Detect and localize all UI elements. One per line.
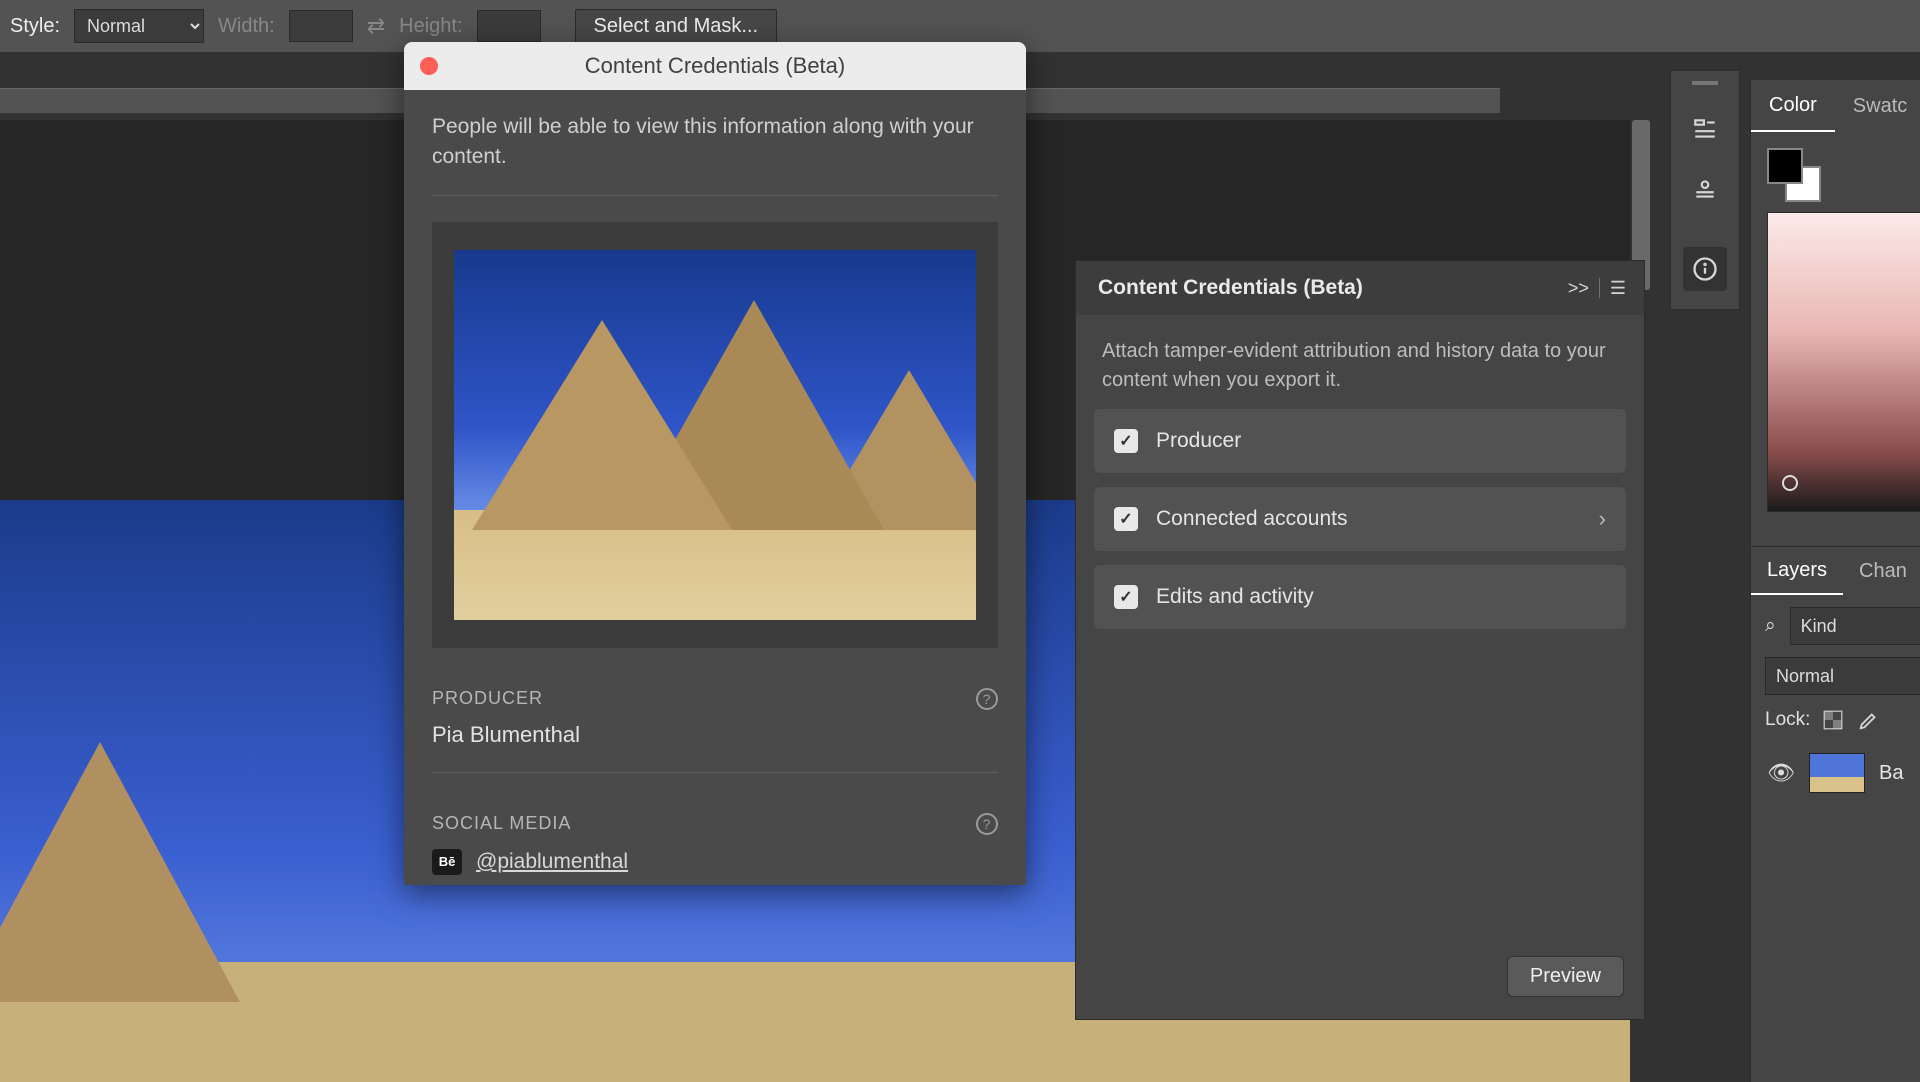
tab-color[interactable]: Color bbox=[1751, 80, 1835, 132]
producer-section: PRODUCER ? Pia Blumenthal bbox=[432, 688, 998, 773]
producer-name: Pia Blumenthal bbox=[432, 722, 998, 748]
checkbox-producer[interactable]: ✓ bbox=[1114, 429, 1138, 453]
tab-channels[interactable]: Chan bbox=[1843, 547, 1920, 595]
row-connected-accounts[interactable]: ✓ Connected accounts › bbox=[1094, 487, 1626, 551]
color-swatch[interactable] bbox=[1767, 148, 1821, 202]
panel-menu-icon[interactable]: ☰ bbox=[1610, 278, 1626, 299]
row-producer[interactable]: ✓ Producer bbox=[1094, 409, 1626, 473]
preview-button[interactable]: Preview bbox=[1507, 956, 1624, 997]
collapse-icon[interactable]: >> bbox=[1568, 278, 1589, 299]
width-field[interactable] bbox=[289, 10, 353, 42]
style-label: Style: bbox=[10, 15, 60, 38]
row-edits-activity[interactable]: ✓ Edits and activity bbox=[1094, 565, 1626, 629]
height-label: Height: bbox=[399, 15, 462, 38]
preview-thumbnail bbox=[454, 250, 976, 620]
social-handle-link[interactable]: @piablumenthal bbox=[476, 850, 628, 874]
color-tabs: Color Swatc bbox=[1751, 80, 1920, 132]
adjustments-icon[interactable] bbox=[1683, 167, 1727, 211]
layer-item-background[interactable]: 👁 Ba bbox=[1765, 745, 1920, 801]
dialog-titlebar[interactable]: Content Credentials (Beta) bbox=[404, 42, 1026, 90]
content-credentials-panel: Content Credentials (Beta) >> ☰ Attach t… bbox=[1075, 260, 1645, 1020]
right-panels: Color Swatc Layers Chan ⌕ Kind Normal Lo… bbox=[1750, 80, 1920, 1082]
help-icon[interactable]: ? bbox=[976, 688, 998, 710]
behance-icon: Bē bbox=[432, 849, 462, 875]
lock-brush-icon[interactable] bbox=[1856, 707, 1882, 733]
blend-mode-select[interactable]: Normal bbox=[1765, 657, 1920, 695]
chevron-right-icon[interactable]: › bbox=[1599, 506, 1606, 532]
help-icon[interactable]: ? bbox=[976, 813, 998, 835]
social-section: SOCIAL MEDIA ? Bē @piablumenthal bbox=[432, 813, 998, 875]
height-field[interactable] bbox=[477, 10, 541, 42]
lock-transparency-icon[interactable] bbox=[1820, 707, 1846, 733]
layer-kind-select[interactable]: Kind bbox=[1790, 607, 1920, 645]
dialog-title: Content Credentials (Beta) bbox=[404, 53, 1026, 79]
content-credentials-dialog: Content Credentials (Beta) People will b… bbox=[404, 42, 1026, 885]
style-select[interactable]: Normal bbox=[74, 9, 204, 43]
color-cursor-icon bbox=[1782, 475, 1798, 491]
layer-name: Ba bbox=[1879, 762, 1903, 785]
producer-heading: PRODUCER bbox=[432, 688, 543, 709]
separator bbox=[1599, 278, 1600, 298]
checkbox-edits[interactable]: ✓ bbox=[1114, 585, 1138, 609]
dialog-preview-area bbox=[432, 222, 998, 648]
layer-thumbnail bbox=[1809, 753, 1865, 793]
row-edits-label: Edits and activity bbox=[1156, 585, 1314, 609]
swap-dimensions-icon[interactable]: ⇄ bbox=[367, 13, 385, 39]
tab-swatches[interactable]: Swatc bbox=[1835, 80, 1920, 132]
lock-row: Lock: bbox=[1765, 707, 1920, 733]
row-connected-label: Connected accounts bbox=[1156, 507, 1347, 531]
tab-layers[interactable]: Layers bbox=[1751, 547, 1843, 595]
panel-header[interactable]: Content Credentials (Beta) >> ☰ bbox=[1076, 261, 1644, 315]
width-label: Width: bbox=[218, 15, 275, 38]
layers-panel: Layers Chan ⌕ Kind Normal Lock: 👁 bbox=[1751, 546, 1920, 813]
visibility-icon[interactable]: 👁 bbox=[1767, 760, 1795, 786]
lock-label: Lock: bbox=[1765, 709, 1810, 731]
dialog-description: People will be able to view this informa… bbox=[432, 112, 998, 196]
close-icon[interactable] bbox=[420, 57, 438, 75]
checkbox-connected[interactable]: ✓ bbox=[1114, 507, 1138, 531]
row-producer-label: Producer bbox=[1156, 429, 1241, 453]
search-icon: ⌕ bbox=[1765, 615, 1776, 637]
panel-title: Content Credentials (Beta) bbox=[1098, 276, 1363, 300]
paragraph-styles-icon[interactable] bbox=[1683, 107, 1727, 151]
social-heading: SOCIAL MEDIA bbox=[432, 813, 571, 834]
color-picker[interactable] bbox=[1767, 212, 1920, 512]
icon-dock bbox=[1670, 70, 1740, 310]
panel-description: Attach tamper-evident attribution and hi… bbox=[1076, 315, 1644, 409]
dock-grip-icon[interactable] bbox=[1692, 81, 1718, 85]
info-icon[interactable] bbox=[1683, 247, 1727, 291]
foreground-color-icon[interactable] bbox=[1767, 148, 1803, 184]
select-and-mask-button[interactable]: Select and Mask... bbox=[575, 9, 778, 44]
